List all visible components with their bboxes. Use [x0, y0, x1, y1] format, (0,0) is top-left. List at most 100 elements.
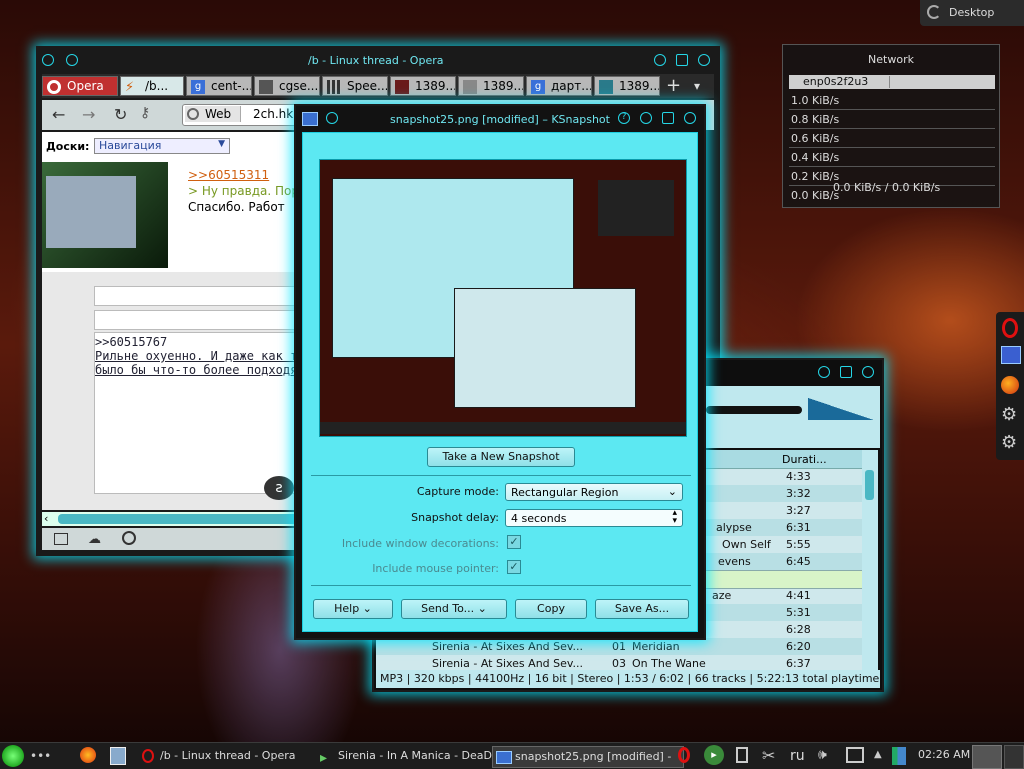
tab-cent[interactable]: g cent-... — [186, 76, 252, 96]
help-icon[interactable]: ? — [618, 112, 630, 124]
help-button[interactable]: Help ⌄ — [313, 599, 393, 619]
media-tray-icon[interactable]: ▸ — [704, 745, 724, 765]
tab-1389-a[interactable]: 1389... — [390, 76, 456, 96]
google-icon: g — [191, 80, 205, 94]
maximize-icon[interactable] — [662, 112, 674, 124]
emoji-button[interactable]: ƨ — [264, 476, 294, 500]
copy-button[interactable]: Copy — [515, 599, 587, 619]
forward-icon[interactable]: → — [82, 105, 95, 124]
window-menu-icon[interactable] — [42, 54, 54, 66]
capture-mode-select[interactable]: Rectangular Region ⌄ — [505, 483, 683, 501]
snapshot-preview[interactable] — [319, 159, 687, 437]
reply-textarea[interactable]: >>60515767 Рильне охуенно. И даже как то… — [94, 332, 306, 494]
volume-slider[interactable] — [808, 398, 874, 420]
system-monitor-icon[interactable] — [892, 747, 906, 765]
preview-network-widget — [598, 180, 674, 236]
minimize-icon[interactable] — [640, 112, 652, 124]
ksnapshot-window: snapshot25.png [modified] – KSnapshot ? … — [294, 104, 706, 640]
settings-icon[interactable]: ⚙ — [1001, 406, 1019, 424]
desktop-button[interactable]: Desktop — [920, 0, 1024, 26]
scrollbar-thumb[interactable] — [58, 514, 308, 524]
opera-tray-icon[interactable] — [678, 747, 690, 763]
help-label: Help — [334, 602, 360, 615]
tab-dart[interactable]: g дарт... — [526, 76, 592, 96]
reply-field[interactable] — [94, 286, 306, 306]
post-thumbnail[interactable] — [42, 162, 168, 268]
network-scale-label: 0.2 KiB/s — [791, 170, 840, 183]
tab-1389-c[interactable]: 1389... — [594, 76, 660, 96]
post1-link[interactable]: >>60515311 — [188, 168, 269, 182]
playlist-row[interactable]: Sirenia - At Sixes And Sev... 03 On The Wa… — [376, 655, 862, 670]
reply-field[interactable] — [94, 310, 306, 330]
scissors-icon[interactable]: ✂ — [762, 746, 775, 765]
boards-select[interactable]: Навигация ▼ — [94, 138, 230, 154]
close-icon[interactable] — [698, 54, 710, 66]
save-as-button[interactable]: Save As... — [595, 599, 689, 619]
boards-label: Доски: — [46, 140, 90, 153]
close-icon[interactable] — [684, 112, 696, 124]
close-icon[interactable] — [862, 366, 874, 378]
clipboard-icon[interactable] — [736, 747, 748, 763]
window-decorations-checkbox[interactable]: ✓ — [507, 535, 521, 549]
pin-icon[interactable] — [66, 54, 78, 66]
start-menu-icon[interactable] — [2, 745, 24, 767]
cloud-icon[interactable]: ☁ — [88, 532, 101, 547]
opera-titlebar[interactable]: /b - Linux thread - Opera — [38, 48, 718, 72]
column-duration[interactable]: Durati... — [782, 453, 827, 466]
seek-bar[interactable] — [706, 406, 802, 414]
firefox-launcher-icon[interactable] — [80, 747, 96, 763]
network-scale-label: 1.0 KiB/s — [791, 94, 840, 107]
desktop-pager[interactable] — [972, 745, 1002, 769]
snapshot-delay-spinbox[interactable]: 4 seconds ▴ ▾ — [505, 509, 683, 527]
minimize-icon[interactable] — [654, 54, 666, 66]
mouse-pointer-label: Include mouse pointer: — [372, 562, 499, 575]
task-ksnapshot[interactable]: snapshot25.png [modified] - — [492, 746, 684, 768]
reload-icon[interactable]: ↻ — [114, 105, 127, 124]
file-manager-icon[interactable] — [110, 747, 126, 765]
spin-arrows-icon[interactable]: ▴ ▾ — [672, 509, 677, 526]
tab-speed-dial[interactable]: Spee... — [322, 76, 388, 96]
playlist-row[interactable]: Sirenia - At Sixes And Sev... 01 Meridian 6… — [376, 638, 862, 655]
maximize-icon[interactable] — [676, 54, 688, 66]
tab-list-icon[interactable]: ▾ — [694, 76, 710, 96]
system-settings-icon[interactable]: ⚙ — [1001, 434, 1019, 452]
display-icon[interactable] — [846, 747, 864, 763]
panel-toggle-icon[interactable] — [54, 533, 68, 545]
opera-icon[interactable] — [1002, 318, 1018, 338]
clock[interactable]: 02:26 AM — [918, 748, 970, 761]
take-new-snapshot-button[interactable]: Take a New Snapshot — [427, 447, 575, 467]
desktop-pager-2[interactable] — [1004, 745, 1024, 769]
tab-b[interactable]: ⚡ /b... — [120, 76, 184, 96]
new-tab-icon[interactable]: + — [666, 76, 684, 96]
scrollbar-thumb[interactable] — [865, 470, 874, 500]
speed-icon[interactable] — [122, 531, 136, 545]
tab-cgse[interactable]: cgse... — [254, 76, 320, 96]
task-opera[interactable]: /b - Linux thread - Opera — [140, 746, 334, 766]
network-scale-row: 1.0 KiB/s — [789, 91, 995, 110]
ksnapshot-body: Take a New Snapshot Capture mode: Rectan… — [302, 132, 698, 632]
firefox-icon[interactable] — [1001, 376, 1019, 394]
volume-icon[interactable]: 🕪 — [818, 747, 827, 763]
tab-1389-b[interactable]: 1389... — [458, 76, 524, 96]
tab-label: дарт... — [551, 79, 592, 93]
tray-expand-icon[interactable]: ▲ — [874, 749, 882, 760]
mouse-pointer-checkbox[interactable]: ✓ — [507, 560, 521, 574]
task-music-player[interactable]: ▸ Sirenia - In A Manica - DeaD — [318, 746, 506, 766]
key-icon[interactable]: ⚷ — [140, 105, 150, 121]
minimize-icon[interactable] — [818, 366, 830, 378]
keyboard-layout[interactable]: ru — [790, 748, 805, 764]
tab-label: cent-... — [211, 79, 252, 93]
maximize-icon[interactable] — [840, 366, 852, 378]
address-text[interactable]: 2ch.hk — [253, 107, 293, 121]
send-to-button[interactable]: Send To... ⌄ — [401, 599, 507, 619]
opera-menu-button[interactable]: Opera — [42, 76, 118, 96]
more-icon[interactable]: ••• — [30, 749, 51, 763]
ksnapshot-icon[interactable] — [1001, 346, 1021, 364]
playlist-scrollbar[interactable] — [862, 450, 878, 670]
back-icon[interactable]: ← — [52, 105, 65, 124]
bolt-icon: ⚡ — [125, 80, 135, 95]
post1-text: Спасибо. Работ — [188, 200, 285, 214]
take-new-snapshot-label: Take a New Snapshot — [442, 450, 560, 463]
scroll-left-icon[interactable]: ‹ — [44, 512, 48, 525]
tab-label: 1389... — [483, 79, 524, 93]
